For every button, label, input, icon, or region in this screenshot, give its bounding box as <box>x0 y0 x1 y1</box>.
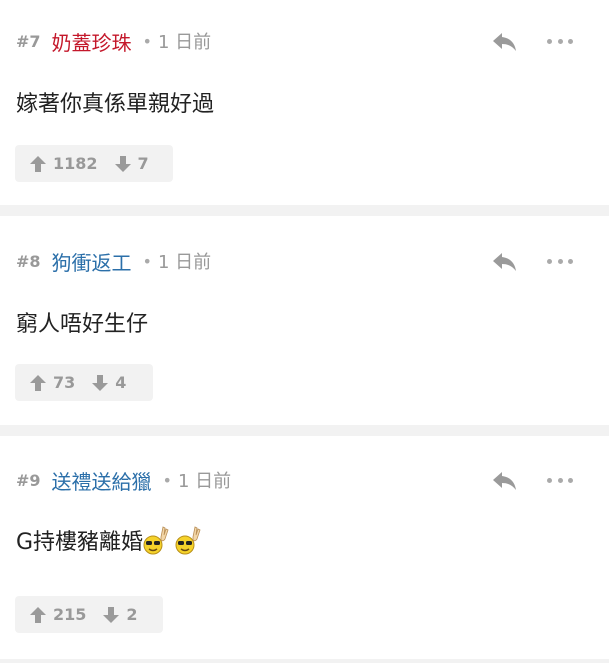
post-time: 1 日前 <box>177 471 232 492</box>
arrow-down-icon[interactable] <box>102 606 120 624</box>
post-divider <box>0 205 609 216</box>
more-icon[interactable] <box>547 470 573 490</box>
post-number: #9 <box>16 470 41 490</box>
downvote-count: 7 <box>137 154 149 173</box>
post-header: #7 奶蓋珍珠 • 1 日前 <box>16 31 212 55</box>
post-divider <box>0 659 609 663</box>
separator-dot: • <box>142 31 152 51</box>
arrow-down-icon[interactable] <box>114 155 132 173</box>
separator-dot: • <box>162 470 172 490</box>
post-9: #9 送禮送給獵 • 1 日前 G持樓豬離婚 215 2 <box>0 436 609 659</box>
post-content: G持樓豬離婚 <box>16 524 201 556</box>
username-link[interactable]: 奶蓋珍珠 <box>52 27 132 56</box>
post-8: #8 狗衝返工 • 1 日前 窮人唔好生仔 73 4 <box>0 216 609 425</box>
post-divider <box>0 425 609 436</box>
vote-bar: 1182 7 <box>15 145 173 182</box>
more-icon[interactable] <box>547 31 573 51</box>
post-content: 嫁著你真係單親好過 <box>16 92 215 117</box>
post-header: #8 狗衝返工 • 1 日前 <box>16 251 212 275</box>
post-number: #8 <box>16 251 41 271</box>
reply-icon[interactable] <box>491 469 519 493</box>
post-7: #7 奶蓋珍珠 • 1 日前 嫁著你真係單親好過 1182 7 <box>0 0 609 205</box>
more-icon[interactable] <box>547 251 573 271</box>
username-link[interactable]: 送禮送給獵 <box>52 466 152 495</box>
post-header: #9 送禮送給獵 • 1 日前 <box>16 470 232 494</box>
post-time: 1 日前 <box>157 32 212 53</box>
sunglasses-rock-emoji <box>143 525 169 555</box>
downvote-count: 2 <box>126 605 138 624</box>
arrow-up-icon[interactable] <box>29 155 47 173</box>
sunglasses-rock-emoji <box>175 525 201 555</box>
reply-icon[interactable] <box>491 250 519 274</box>
upvote-count: 73 <box>53 373 76 392</box>
vote-bar: 73 4 <box>15 364 153 401</box>
upvote-count: 215 <box>53 605 87 624</box>
post-text: G持樓豬離婚 <box>16 530 144 555</box>
arrow-up-icon[interactable] <box>29 606 47 624</box>
username-link[interactable]: 狗衝返工 <box>52 247 132 276</box>
post-content: 窮人唔好生仔 <box>16 312 149 337</box>
arrow-up-icon[interactable] <box>29 374 47 392</box>
post-number: #7 <box>16 31 41 51</box>
downvote-count: 4 <box>115 373 127 392</box>
upvote-count: 1182 <box>53 154 98 173</box>
vote-bar: 215 2 <box>15 596 163 633</box>
reply-icon[interactable] <box>491 30 519 54</box>
post-time: 1 日前 <box>157 252 212 273</box>
arrow-down-icon[interactable] <box>91 374 109 392</box>
separator-dot: • <box>142 251 152 271</box>
